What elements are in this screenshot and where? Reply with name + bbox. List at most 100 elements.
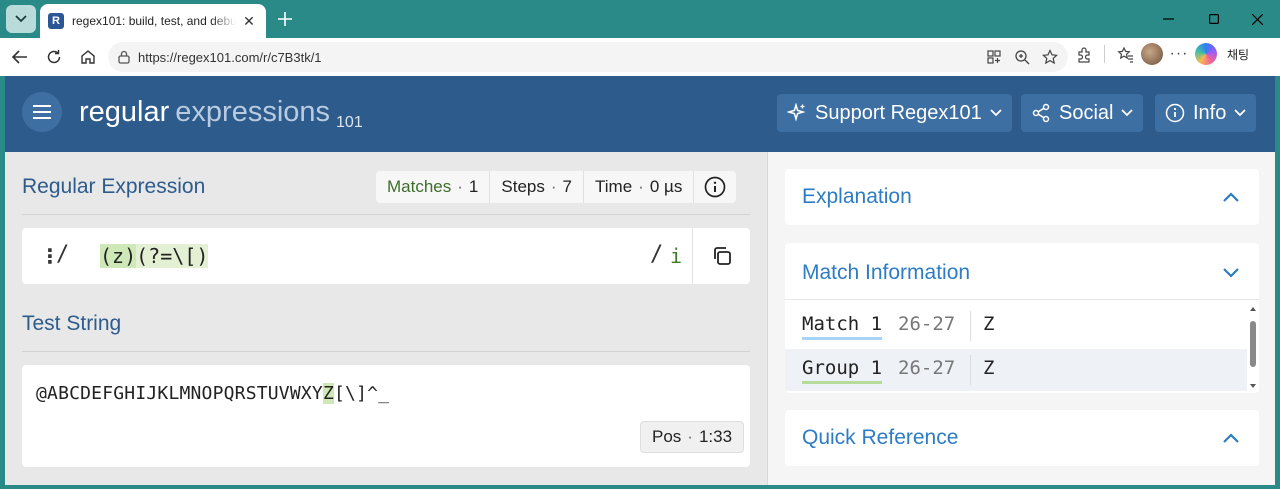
- table-row[interactable]: Group 1 26-27 Z: [785, 349, 1247, 391]
- site-logo[interactable]: regular expressions 101: [79, 96, 363, 132]
- share-icon: [1032, 103, 1050, 123]
- info-circle-icon: [1165, 103, 1185, 123]
- time-label: Time: [595, 177, 633, 196]
- pos-label: Pos: [652, 427, 682, 446]
- regex-input-box[interactable]: ⋮ / (z)(?=\[) / i: [22, 228, 750, 284]
- copilot-icon[interactable]: [1195, 43, 1217, 65]
- url-text: https://regex101.com/r/c7B3tk/1: [138, 49, 322, 65]
- close-icon: [1251, 13, 1263, 25]
- group-range: 26-27: [898, 357, 956, 379]
- profile-avatar[interactable]: [1141, 43, 1163, 65]
- support-label: Support Regex101: [815, 101, 982, 124]
- maximize-icon: [1209, 14, 1219, 24]
- chevron-up-icon[interactable]: [1221, 187, 1241, 207]
- test-text-after: [\]^_: [334, 383, 390, 404]
- match-information-title[interactable]: Match Information: [802, 261, 970, 285]
- close-window-button[interactable]: [1234, 0, 1280, 38]
- test-text-match: Z: [322, 383, 335, 404]
- regex-stats: Matches · 1 Steps · 7 Time · 0 µs: [376, 171, 737, 203]
- chevron-down-icon: [990, 109, 1002, 117]
- close-tab-icon[interactable]: ✕: [240, 12, 258, 30]
- pos-value: 1:33: [698, 427, 733, 446]
- extensions-icon[interactable]: [1074, 44, 1094, 64]
- match-info-scrollbar[interactable]: [1247, 305, 1259, 391]
- match-value: Z: [983, 313, 995, 335]
- matches-label: Matches: [387, 177, 452, 196]
- test-string-text[interactable]: @ABCDEFGHIJKLMNOPQRSTUVWXYZ[\]^_: [36, 383, 389, 404]
- zoom-icon[interactable]: [1012, 47, 1032, 67]
- time-stat: Time · 0 µs: [584, 171, 695, 203]
- test-string-box[interactable]: @ABCDEFGHIJKLMNOPQRSTUVWXYZ[\]^_ Pos · 1…: [22, 365, 750, 467]
- match-name: Match 1: [802, 313, 883, 340]
- home-icon: [81, 50, 95, 64]
- sidebar-pane: Explanation Match Information Match 1 26…: [767, 152, 1275, 485]
- chevron-up-icon[interactable]: [1221, 428, 1241, 448]
- app-available-icon[interactable]: [984, 47, 1004, 67]
- time-value: 0 µs: [649, 177, 683, 196]
- regex101-favicon-icon: R: [48, 13, 64, 29]
- logo-expressions: expressions: [175, 96, 331, 128]
- match-information-card: Match Information Match 1 26-27 Z Group …: [785, 243, 1259, 393]
- matches-value: 1: [468, 177, 479, 196]
- chevron-down-icon: [15, 15, 27, 23]
- favorites-icon[interactable]: [1115, 44, 1135, 64]
- table-row[interactable]: Match 1 26-27 Z: [785, 305, 1247, 347]
- maximize-button[interactable]: [1191, 0, 1237, 38]
- divider: [22, 351, 750, 352]
- chevron-down-icon[interactable]: [1221, 263, 1241, 283]
- back-button[interactable]: [6, 43, 34, 71]
- browser-tab-bar: R regex101: build, test, and debug regex…: [0, 0, 1280, 38]
- test-string-title: Test String: [22, 312, 122, 335]
- logo-101: 101: [336, 114, 363, 131]
- copy-regex-button[interactable]: [692, 228, 750, 284]
- copy-icon: [713, 247, 731, 265]
- chevron-down-icon: [1121, 109, 1134, 117]
- tab-title: regex101: build, test, and debug regex: [72, 14, 236, 28]
- test-text-before: @ABCDEFGHIJKLMNOPQRSTUVWXY: [36, 383, 323, 404]
- cursor-position-badge: Pos · 1:33: [640, 421, 745, 453]
- info-circle-icon: [704, 176, 726, 198]
- browser-tab[interactable]: R regex101: build, test, and debug regex…: [40, 4, 266, 38]
- group-value: Z: [983, 357, 995, 379]
- more-options-icon[interactable]: ···: [1169, 44, 1189, 64]
- new-tab-button[interactable]: [272, 6, 298, 32]
- quick-reference-title: Quick Reference: [802, 426, 959, 449]
- minimize-icon: [1162, 18, 1174, 20]
- lock-icon: [118, 50, 130, 64]
- steps-stat: Steps · 7: [490, 171, 585, 203]
- info-button[interactable]: Info: [1155, 94, 1257, 132]
- refresh-icon: [47, 50, 61, 64]
- regex-info-button[interactable]: [694, 171, 736, 203]
- support-regex101-button[interactable]: Support Regex101: [777, 94, 1012, 132]
- minimize-button[interactable]: [1145, 0, 1191, 38]
- tab-actions-button[interactable]: [6, 5, 36, 33]
- quick-reference-card[interactable]: Quick Reference: [785, 410, 1259, 466]
- regex-lookahead: (?=\[): [136, 244, 209, 268]
- chevron-down-icon: [1234, 109, 1246, 117]
- arrow-left-icon: [12, 50, 27, 64]
- matches-stat: Matches · 1: [376, 171, 491, 203]
- logo-regular: regular: [79, 96, 170, 128]
- steps-value: 7: [562, 177, 573, 196]
- explanation-card[interactable]: Explanation: [785, 169, 1259, 225]
- regex101-page: regular expressions 101 Support Regex101 S…: [5, 76, 1275, 485]
- home-button[interactable]: [74, 43, 102, 71]
- steps-label: Steps: [501, 177, 545, 196]
- regex-section-title: Regular Expression: [22, 175, 206, 198]
- refresh-button[interactable]: [40, 43, 68, 71]
- match-range: 26-27: [898, 313, 956, 335]
- social-label: Social: [1059, 101, 1114, 124]
- regex-group-1: (z): [100, 244, 137, 268]
- regex-flags[interactable]: i: [670, 244, 682, 268]
- url-field[interactable]: https://regex101.com/r/c7B3tk/1: [108, 42, 1068, 72]
- menu-button[interactable]: [22, 92, 62, 132]
- favorite-star-icon[interactable]: [1040, 47, 1060, 67]
- regex-close-delimiter: /: [650, 242, 664, 267]
- group-name: Group 1: [802, 357, 883, 384]
- app-header: regular expressions 101 Support Regex101 S…: [5, 76, 1275, 152]
- info-label: Info: [1193, 101, 1227, 124]
- social-button[interactable]: Social: [1021, 94, 1144, 132]
- chat-label[interactable]: 채팅: [1227, 46, 1249, 63]
- match-info-table: Match 1 26-27 Z Group 1 26-27 Z: [785, 305, 1247, 391]
- regex-pattern[interactable]: (z)(?=\[): [100, 244, 209, 268]
